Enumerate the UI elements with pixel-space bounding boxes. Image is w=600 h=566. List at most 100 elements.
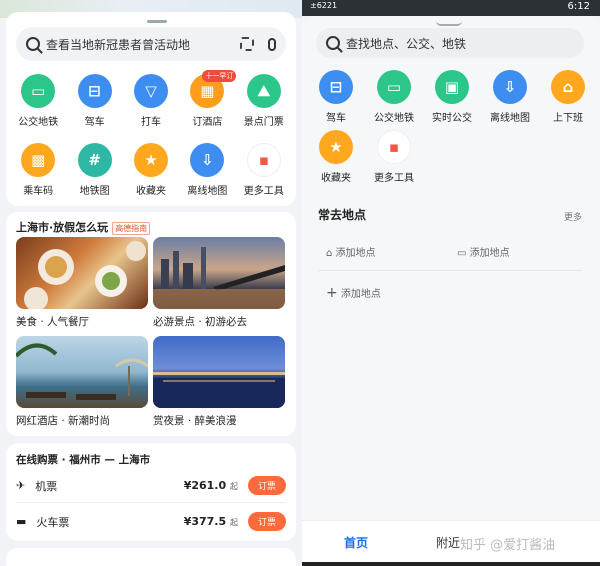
right-tool-icon-5: ⌂ bbox=[551, 70, 585, 104]
tool-glyph-icon: ▪ bbox=[258, 151, 269, 169]
left-tool-3[interactable]: ★ 收藏夹 bbox=[123, 143, 179, 197]
left-tool-icon-4: ⇩ bbox=[190, 143, 225, 177]
left-tool-5[interactable]: ⛰ 景点门票 bbox=[236, 74, 292, 128]
food-photo[interactable] bbox=[16, 237, 148, 309]
briefcase-icon: ▭ bbox=[457, 248, 467, 259]
bottom-nav: 首页 附近 知乎 @爱打酱油 bbox=[302, 520, 600, 562]
train-ticket-row[interactable]: ▬ 火车票 ¥377.5 起 订票 bbox=[16, 512, 286, 531]
flight-ticket-row[interactable]: ✈ 机票 ¥261.0 起 订票 bbox=[16, 476, 286, 495]
tool-label: 实时公交 bbox=[432, 113, 472, 124]
watermark-text: 知乎 @爱打酱油 bbox=[460, 538, 556, 553]
book-flight-button[interactable]: 订票 bbox=[247, 476, 286, 495]
mic-icon[interactable] bbox=[268, 37, 276, 51]
nightview-photo[interactable] bbox=[153, 336, 285, 408]
tool-label: 驾车 bbox=[326, 113, 346, 124]
left-tool-icon-2: ⊟ bbox=[77, 74, 112, 108]
left-screen: 查看当地新冠患者曾活动地 ▭ 公交地铁 ⊟ 驾车 ▽ 打车 ▦ 十一早订 订酒店 ⛰ 景点门票 ▩ 乘… bbox=[0, 0, 302, 566]
divider bbox=[318, 270, 582, 271]
search-bar[interactable]: 查看当地新冠患者曾活动地 bbox=[16, 27, 286, 61]
left-tool-1[interactable]: ▭ 公交地铁 bbox=[10, 74, 66, 128]
places-more-link[interactable]: 更多 bbox=[564, 210, 582, 223]
tool-glyph-icon: ▭ bbox=[31, 82, 46, 100]
home-add-label: 添加地点 bbox=[335, 248, 376, 259]
right-search-bar[interactable]: 查找地点、公交、地铁 bbox=[316, 28, 584, 58]
home-add-item[interactable]: ⌂ 添加地点 bbox=[326, 244, 376, 259]
train-icon: ▬ bbox=[16, 515, 27, 528]
nightview-caption: 赏夜景 · 醉美浪漫 bbox=[153, 415, 237, 427]
food-caption: 美食 · 人气餐厅 bbox=[16, 316, 90, 328]
hotel-photo-art bbox=[16, 343, 148, 400]
tool-label: 公交地铁 bbox=[18, 117, 59, 128]
tool-glyph-icon: ▣ bbox=[444, 78, 460, 96]
status-time: 6:12 bbox=[567, 1, 590, 12]
left-tool-icon-2: # bbox=[77, 143, 112, 177]
add-place-label: 添加地点 bbox=[340, 289, 381, 300]
add-place-item[interactable]: + 添加地点 bbox=[326, 285, 381, 301]
divider bbox=[16, 502, 286, 503]
scenery-photo[interactable] bbox=[153, 237, 285, 309]
travel-title: 上海市·放假怎么玩 高德指南 bbox=[16, 219, 151, 235]
tool-glyph-icon: ⇩ bbox=[201, 151, 214, 169]
tool-glyph-icon: ★ bbox=[144, 151, 158, 169]
left-tool-1[interactable]: ▩ 乘车码 bbox=[10, 143, 66, 197]
tool-label: 离线地图 bbox=[187, 186, 228, 197]
scenery-photo-art bbox=[153, 247, 285, 309]
food-photo-art bbox=[24, 241, 146, 309]
tool-label: 更多工具 bbox=[374, 173, 414, 184]
hotel-photo[interactable] bbox=[16, 336, 148, 408]
tool-glyph-icon: ⊟ bbox=[88, 82, 101, 100]
drag-handle[interactable] bbox=[147, 20, 167, 23]
tool-glyph-icon: ★ bbox=[329, 138, 343, 156]
right-tool-2[interactable]: ▭ 公交地铁 bbox=[365, 70, 423, 124]
left-tool-2[interactable]: # 地铁图 bbox=[66, 143, 122, 197]
tools-row-1: ▭ 公交地铁 ⊟ 驾车 ▽ 打车 ▦ 十一早订 订酒店 ⛰ 景点门票 bbox=[10, 70, 292, 128]
left-tool-icon-4: ▦ 十一早订 bbox=[190, 70, 237, 108]
book-train-button[interactable]: 订票 bbox=[247, 512, 286, 531]
flight-price: ¥261.0 起 bbox=[184, 479, 238, 492]
tool-glyph-icon: ▽ bbox=[145, 82, 157, 100]
right-tool-2[interactable]: ▪ 更多工具 bbox=[365, 130, 423, 184]
scan-icon[interactable] bbox=[240, 37, 254, 51]
left-tool-4[interactable]: ⇩ 离线地图 bbox=[179, 143, 235, 197]
right-tool-3[interactable]: ▣ 实时公交 bbox=[423, 70, 481, 124]
tool-glyph-icon: ▪ bbox=[388, 138, 400, 156]
tool-label: 更多工具 bbox=[243, 186, 284, 197]
tool-glyph-icon: ▩ bbox=[31, 151, 46, 169]
left-tool-5[interactable]: ▪ 更多工具 bbox=[236, 143, 292, 197]
tool-glyph-icon: ⇩ bbox=[503, 78, 517, 96]
right-tool-1[interactable]: ★ 收藏夹 bbox=[307, 130, 365, 184]
right-tool-1[interactable]: ⊟ 驾车 bbox=[307, 70, 365, 124]
guide-tag: 高德指南 bbox=[112, 222, 151, 235]
hotel-caption: 网红酒店 · 新潮时尚 bbox=[16, 415, 111, 427]
status-left: ±6221 bbox=[310, 1, 338, 10]
flight-price-suffix: 起 bbox=[229, 482, 238, 491]
train-price-suffix: 起 bbox=[229, 518, 238, 527]
work-add-item[interactable]: ▭ 添加地点 bbox=[457, 244, 510, 259]
search-placeholder: 查看当地新冠患者曾活动地 bbox=[46, 37, 191, 52]
tool-label: 乘车码 bbox=[23, 186, 54, 197]
tool-label: 上下班 bbox=[553, 113, 583, 124]
tool-label: 驾车 bbox=[84, 117, 105, 128]
right-tool-5[interactable]: ⌂ 上下班 bbox=[539, 70, 597, 124]
nightview-photo-art bbox=[153, 372, 285, 408]
right-tool-icon-4: ⇩ bbox=[493, 70, 527, 104]
work-add-label: 添加地点 bbox=[469, 248, 510, 259]
right-tools-row-2: ★ 收藏夹 ▪ 更多工具 bbox=[307, 130, 423, 184]
plus-icon: + bbox=[326, 285, 338, 301]
tool-label: 离线地图 bbox=[490, 113, 530, 124]
tool-glyph-icon: ⛰ bbox=[257, 82, 271, 100]
nav-nearby-tab[interactable]: 附近 bbox=[436, 534, 460, 551]
tool-glyph-icon: ⌂ bbox=[562, 78, 574, 96]
left-tool-2[interactable]: ⊟ 驾车 bbox=[66, 74, 122, 128]
tool-label: 公交地铁 bbox=[374, 113, 414, 124]
flight-label: 机票 bbox=[35, 479, 58, 493]
right-tool-icon-1: ⊟ bbox=[319, 70, 353, 104]
right-tool-4[interactable]: ⇩ 离线地图 bbox=[481, 70, 539, 124]
tool-glyph-icon: ⊟ bbox=[329, 78, 343, 96]
collapse-handle[interactable] bbox=[436, 21, 462, 26]
tool-label: 地铁图 bbox=[79, 186, 110, 197]
left-tool-3[interactable]: ▽ 打车 bbox=[123, 74, 179, 128]
nav-home-tab[interactable]: 首页 bbox=[344, 534, 368, 551]
travel-title-text: 上海市·放假怎么玩 bbox=[16, 221, 109, 234]
left-tool-4[interactable]: ▦ 十一早订 订酒店 bbox=[179, 70, 237, 128]
